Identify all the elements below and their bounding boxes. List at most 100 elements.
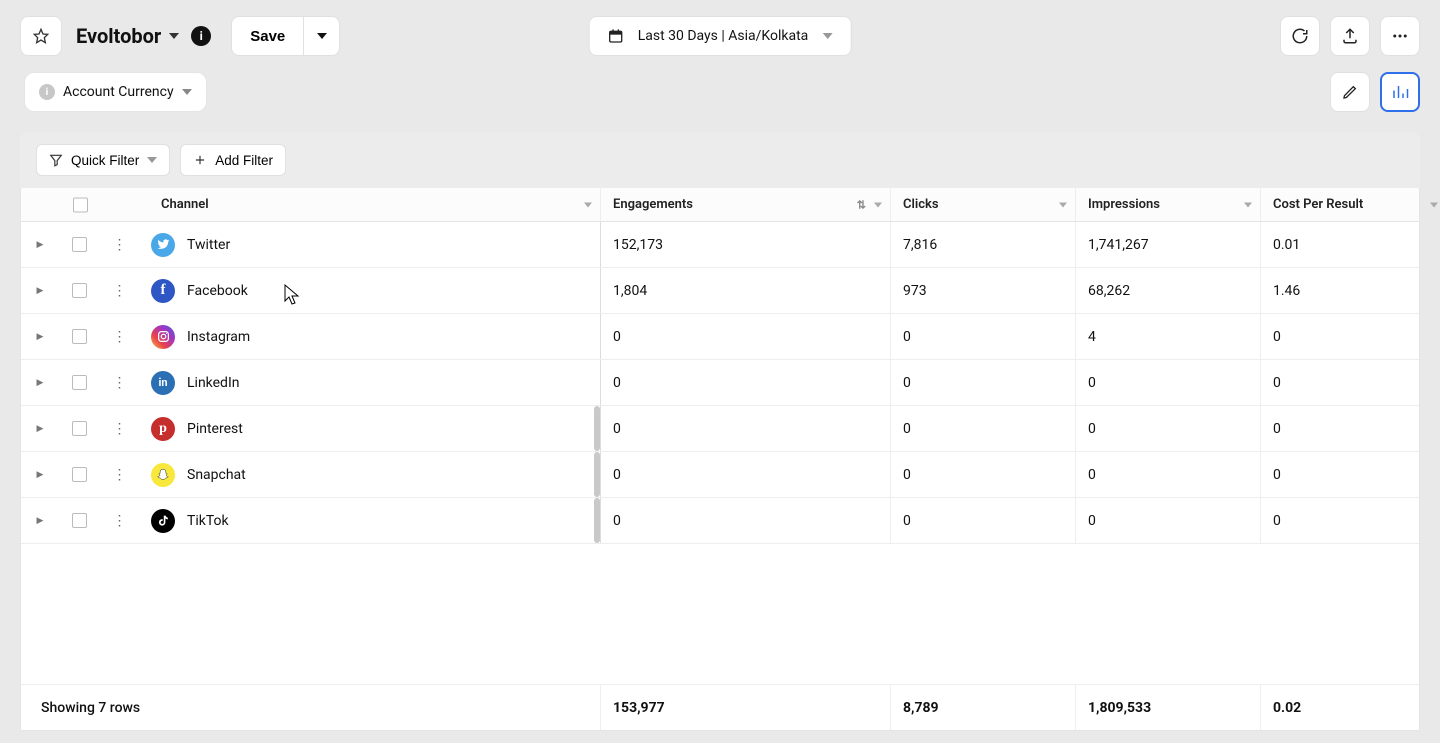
cpr-cell: 0 <box>1261 314 1440 359</box>
tiktok-icon <box>151 509 175 533</box>
expand-row-button[interactable]: ▶ <box>21 360 59 405</box>
table-row: ▶⋮Twitter152,1737,8161,741,2670.01 <box>21 222 1419 268</box>
expand-row-button[interactable]: ▶ <box>21 452 59 497</box>
expand-row-button[interactable]: ▶ <box>21 406 59 451</box>
bar-chart-icon <box>1391 83 1409 101</box>
row-menu-button[interactable]: ⋮ <box>99 222 139 267</box>
cpr-cell: 1.46 <box>1261 268 1440 313</box>
cpr-cell: 0 <box>1261 452 1440 497</box>
column-header-engagements[interactable]: Engagements ⇅ <box>601 188 891 221</box>
expand-row-button[interactable]: ▶ <box>21 314 59 359</box>
top-toolbar: Evoltobor i Save Last 30 Days | Asia/Kol… <box>0 0 1440 56</box>
total-engagements: 153,977 <box>601 685 891 730</box>
column-header-impressions[interactable]: Impressions <box>1076 188 1261 221</box>
column-label: Clicks <box>903 197 939 212</box>
row-checkbox[interactable] <box>72 513 87 528</box>
channel-cell[interactable]: inLinkedIn <box>139 360 601 405</box>
filter-icon <box>49 153 63 167</box>
column-header-channel[interactable]: Channel <box>21 188 601 221</box>
channel-cell[interactable]: fFacebook <box>139 268 601 313</box>
engagements-cell: 1,804 <box>601 268 891 313</box>
row-menu-button[interactable]: ⋮ <box>99 360 139 405</box>
data-table: Channel Engagements ⇅ Clicks Impressions… <box>20 188 1420 731</box>
column-header-clicks[interactable]: Clicks <box>891 188 1076 221</box>
column-header-cpr[interactable]: Cost Per Result <box>1261 188 1440 221</box>
row-checkbox[interactable] <box>72 421 87 436</box>
title-dropdown-icon[interactable] <box>169 33 179 39</box>
engagements-cell: 0 <box>601 498 891 543</box>
add-filter-button[interactable]: Add Filter <box>180 144 286 176</box>
channel-name: TikTok <box>187 513 229 529</box>
channel-cell[interactable]: TikTok <box>139 498 601 543</box>
column-menu-icon[interactable] <box>874 202 882 207</box>
plus-icon <box>193 153 207 167</box>
engagements-cell: 0 <box>601 406 891 451</box>
expand-row-button[interactable]: ▶ <box>21 222 59 267</box>
more-menu-button[interactable] <box>1380 16 1420 56</box>
table-header-row: Channel Engagements ⇅ Clicks Impressions… <box>21 188 1419 222</box>
currency-label: Account Currency <box>63 84 174 100</box>
row-checkbox[interactable] <box>72 375 87 390</box>
row-checkbox[interactable] <box>72 283 87 298</box>
row-menu-button[interactable]: ⋮ <box>99 406 139 451</box>
favorite-button[interactable] <box>20 16 62 56</box>
save-button[interactable]: Save <box>231 16 304 56</box>
quick-filter-button[interactable]: Quick Filter <box>36 144 170 176</box>
row-checkbox[interactable] <box>72 237 87 252</box>
row-checkbox[interactable] <box>72 329 87 344</box>
export-button[interactable] <box>1330 16 1370 56</box>
sub-toolbar: i Account Currency <box>0 56 1440 112</box>
engagements-cell: 0 <box>601 452 891 497</box>
more-horizontal-icon <box>1391 27 1409 45</box>
select-all-checkbox[interactable] <box>73 197 88 212</box>
column-menu-icon[interactable] <box>1059 202 1067 207</box>
caret-down-icon <box>822 33 832 39</box>
filter-strip: Quick Filter Add Filter <box>20 132 1420 188</box>
date-range-button[interactable]: Last 30 Days | Asia/Kolkata <box>589 16 852 56</box>
refresh-button[interactable] <box>1280 16 1320 56</box>
save-dropdown-button[interactable] <box>304 16 340 56</box>
currency-selector[interactable]: i Account Currency <box>24 72 207 112</box>
expand-row-button[interactable]: ▶ <box>21 498 59 543</box>
chart-view-toggle[interactable] <box>1380 72 1420 112</box>
channel-name: Instagram <box>187 329 250 345</box>
cpr-cell: 0 <box>1261 360 1440 405</box>
expand-row-button[interactable]: ▶ <box>21 268 59 313</box>
table-row: ▶⋮Instagram0040 <box>21 314 1419 360</box>
channel-cell[interactable]: pPinterest <box>139 406 601 451</box>
channel-cell[interactable]: Snapchat <box>139 452 601 497</box>
column-label: Channel <box>161 197 209 212</box>
twitter-icon <box>151 233 175 257</box>
edit-columns-button[interactable] <box>1330 72 1370 112</box>
impressions-cell: 0 <box>1076 406 1261 451</box>
table-footer-row: Showing 7 rows 153,977 8,789 1,809,533 0… <box>21 684 1419 730</box>
row-menu-button[interactable]: ⋮ <box>99 498 139 543</box>
column-label: Impressions <box>1088 197 1160 212</box>
column-label: Cost Per Result <box>1273 197 1363 212</box>
row-checkbox[interactable] <box>72 467 87 482</box>
quick-filter-label: Quick Filter <box>71 153 139 168</box>
cpr-cell: 0.01 <box>1261 222 1440 267</box>
table-row: ▶⋮Snapchat0000 <box>21 452 1419 498</box>
column-label: Engagements <box>613 197 693 212</box>
channel-cell[interactable]: Twitter <box>139 222 601 267</box>
clicks-cell: 7,816 <box>891 222 1076 267</box>
impressions-cell: 0 <box>1076 360 1261 405</box>
impressions-cell: 68,262 <box>1076 268 1261 313</box>
impressions-cell: 1,741,267 <box>1076 222 1261 267</box>
pencil-icon <box>1342 84 1358 100</box>
channel-name: Twitter <box>187 237 230 253</box>
column-menu-icon[interactable] <box>584 202 592 207</box>
channel-name: Facebook <box>187 283 248 299</box>
refresh-icon <box>1291 27 1309 45</box>
row-menu-button[interactable]: ⋮ <box>99 314 139 359</box>
engagements-cell: 152,173 <box>601 222 891 267</box>
column-menu-icon[interactable] <box>1244 202 1252 207</box>
row-menu-button[interactable]: ⋮ <box>99 268 139 313</box>
sort-icon[interactable]: ⇅ <box>857 198 866 211</box>
info-icon[interactable]: i <box>191 26 211 46</box>
row-menu-button[interactable]: ⋮ <box>99 452 139 497</box>
channel-cell[interactable]: Instagram <box>139 314 601 359</box>
total-cpr: 0.02 <box>1261 685 1440 730</box>
column-menu-icon[interactable] <box>1430 202 1438 207</box>
